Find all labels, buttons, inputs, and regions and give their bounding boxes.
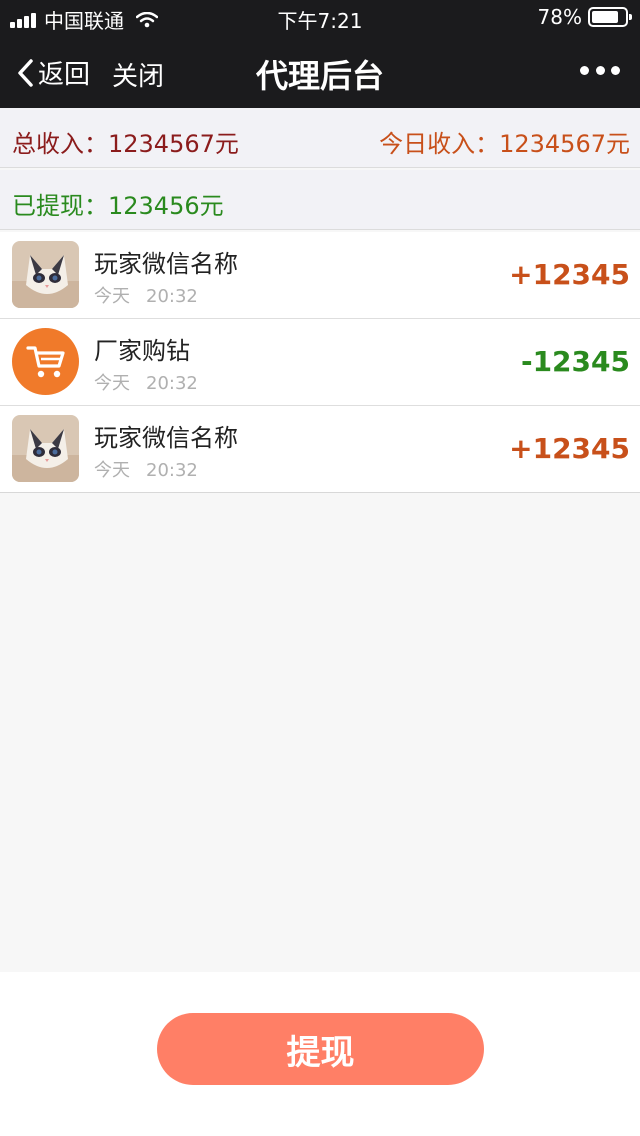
back-label: 返回 [38, 60, 91, 90]
income-summary: 总收入：1234567元 今日收入：1234567元 [0, 108, 640, 168]
item-name: 玩家微信名称 [94, 250, 238, 278]
total-income: 总收入：1234567元 [12, 130, 239, 158]
battery-percent: 78% [537, 5, 582, 29]
withdraw-button[interactable]: 提现 [157, 1013, 484, 1085]
withdrawn-amount: 已提现：123456元 [12, 192, 224, 220]
more-menu-icon[interactable] [580, 58, 620, 82]
bottom-bar: 提现 [0, 972, 640, 1136]
item-time: 今天 20:32 [94, 373, 198, 394]
list-item[interactable]: 厂家购钻 今天 20:32 -12345 [0, 319, 640, 406]
today-income: 今日收入：1234567元 [379, 130, 630, 158]
cart-icon [12, 328, 79, 395]
nav-bar: 返回 关闭 代理后台 [0, 34, 640, 108]
list-item[interactable]: 玩家微信名称 今天 20:32 +12345 [0, 406, 640, 493]
back-button[interactable]: 返回 [16, 54, 90, 91]
chevron-left-icon [18, 58, 33, 87]
cat-avatar [12, 415, 79, 482]
item-time: 今天 20:32 [94, 286, 198, 307]
close-button[interactable]: 关闭 [112, 56, 164, 93]
item-amount: -12345 [520, 345, 630, 378]
cat-avatar [12, 241, 79, 308]
item-amount: +12345 [509, 432, 630, 465]
item-time: 今天 20:32 [94, 460, 198, 481]
status-bar: 中国联通 下午7:21 78% [0, 0, 640, 34]
item-amount: +12345 [509, 258, 630, 291]
battery-icon [588, 7, 632, 27]
transaction-list: 玩家微信名称 今天 20:32 +12345 厂家购钻 今天 20:32 -1234… [0, 232, 640, 493]
withdrawn-summary: 已提现：123456元 [0, 170, 640, 230]
page-title: 代理后台 [255, 57, 384, 95]
list-item[interactable]: 玩家微信名称 今天 20:32 +12345 [0, 232, 640, 319]
item-name: 厂家购钻 [94, 337, 190, 365]
item-name: 玩家微信名称 [94, 424, 238, 452]
